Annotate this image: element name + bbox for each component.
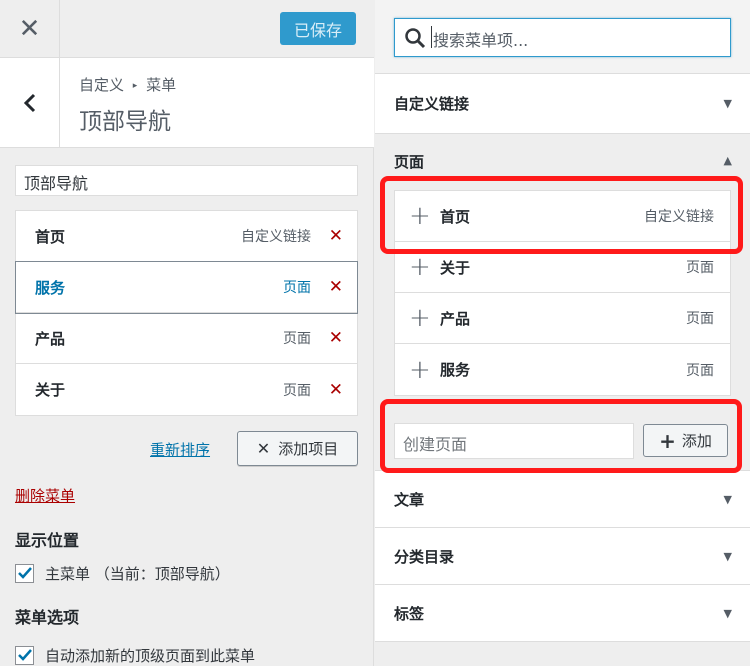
available-items-panel: 搜索菜单项... 自定义链接 ▼ 页面 ▲ + 首页 自定义链接 + 关于 页面… [375, 0, 750, 666]
page-title-label: 首页 [440, 207, 471, 226]
accordion-custom-links[interactable]: 自定义链接 ▼ [375, 74, 750, 134]
search-input[interactable]: 搜索菜单项... [394, 18, 731, 57]
add-page-label: 添加 [681, 432, 712, 450]
chevron-up-icon: ▲ [723, 154, 732, 167]
page-title-label: 服务 [440, 361, 471, 379]
menu-item-title: 服务 [35, 278, 66, 297]
menu-name-input[interactable]: 顶部导航 [15, 165, 358, 196]
menu-item-type: 页面 [283, 382, 311, 399]
pages-list: + 首页 自定义链接 + 关于 页面 + 产品 页面 + 服务 页面 [394, 190, 731, 396]
accordion-label: 分类目录 [394, 548, 455, 566]
close-button[interactable]: ✕ [0, 0, 60, 58]
close-icon: ✕ [18, 14, 41, 44]
add-items-button[interactable]: ✕ 添加项目 [237, 431, 358, 466]
search-area: 搜索菜单项... [375, 0, 750, 74]
accordion-label: 标签 [394, 605, 425, 623]
back-button[interactable] [0, 58, 60, 148]
menu-item-type: 自定义链接 [241, 229, 311, 245]
menu-item-title: 产品 [35, 329, 66, 348]
plus-icon: + [659, 428, 676, 453]
plus-icon: + [409, 303, 431, 333]
primary-location-label: 主菜单 （当前：顶部导航） [45, 565, 230, 583]
page-title-label: 关于 [440, 258, 471, 277]
add-items-label: 添加项目 [278, 440, 339, 458]
menu-item[interactable]: 服务 页面 ✕ [15, 261, 358, 314]
search-icon [405, 28, 426, 49]
page-type-label: 自定义链接 [644, 209, 714, 225]
accordion-posts[interactable]: 文章 ▼ [375, 470, 750, 528]
breadcrumb: 自定义 ▸ 菜单 [79, 74, 176, 95]
saved-button[interactable]: 已保存 [280, 12, 356, 45]
menu-item[interactable]: 关于 页面 ✕ [16, 364, 357, 415]
chevron-down-icon: ▼ [723, 607, 732, 620]
plus-icon: + [409, 354, 431, 385]
primary-location-row: 主菜单 （当前：顶部导航） [15, 563, 230, 584]
plus-icon: + [409, 201, 431, 231]
breadcrumb-parent: 自定义 [79, 76, 125, 94]
page-type-label: 页面 [686, 260, 714, 276]
accordion-label: 页面 [394, 153, 425, 171]
reorder-link[interactable]: 重新排序 [150, 439, 210, 460]
list-item[interactable]: + 服务 页面 [395, 344, 730, 395]
delete-item-icon[interactable]: ✕ [329, 277, 343, 297]
accordion-pages[interactable]: 页面 ▲ [375, 134, 750, 178]
list-item[interactable]: + 首页 自定义链接 [395, 191, 730, 242]
close-icon: ✕ [256, 439, 271, 458]
create-page-input[interactable]: 创建页面 [394, 423, 634, 459]
menu-item-title: 关于 [35, 381, 66, 399]
menu-item-title: 首页 [35, 227, 66, 246]
accordion-categories[interactable]: 分类目录 ▼ [375, 528, 750, 585]
options-heading: 菜单选项 [15, 608, 80, 627]
search-placeholder: 搜索菜单项... [433, 31, 529, 50]
auto-add-checkbox[interactable] [15, 646, 34, 665]
accordion-label: 文章 [394, 491, 425, 509]
accordion-tags[interactable]: 标签 ▼ [375, 585, 750, 642]
menu-item-type: 页面 [283, 280, 311, 296]
page-title: 顶部导航 [79, 109, 171, 135]
page-title-label: 产品 [440, 309, 471, 328]
delete-item-icon[interactable]: ✕ [329, 226, 343, 246]
menu-items-list: 首页 自定义链接 ✕ 服务 页面 ✕ 产品 页面 ✕ 关于 页面 ✕ [15, 210, 358, 416]
auto-add-label: 自动添加新的顶级页面到此菜单 [45, 647, 256, 665]
page-type-label: 页面 [686, 362, 714, 379]
checkmark-icon [18, 649, 32, 661]
auto-add-row: 自动添加新的顶级页面到此菜单 [15, 645, 255, 666]
menu-customizer-panel: ✕ 已保存 自定义 ▸ 菜单 顶部导航 顶部导航 首页 自定义链接 ✕ 服务 页… [0, 0, 374, 666]
chevron-left-icon [23, 93, 35, 113]
checkmark-icon [18, 567, 32, 579]
add-page-button[interactable]: + 添加 [643, 424, 728, 457]
accordion-label: 自定义链接 [394, 95, 470, 113]
plus-icon: + [409, 252, 431, 282]
delete-item-icon[interactable]: ✕ [329, 380, 343, 400]
delete-item-icon[interactable]: ✕ [329, 328, 343, 348]
list-item[interactable]: + 产品 页面 [395, 293, 730, 344]
chevron-down-icon: ▼ [723, 97, 732, 110]
list-item[interactable]: + 关于 页面 [395, 242, 730, 293]
menu-item[interactable]: 产品 页面 ✕ [16, 313, 357, 364]
page-type-label: 页面 [686, 311, 714, 327]
text-caret [431, 26, 432, 48]
menu-item[interactable]: 首页 自定义链接 ✕ [16, 211, 357, 262]
primary-location-checkbox[interactable] [15, 564, 34, 583]
breadcrumb-separator: ▸ [132, 81, 138, 91]
chevron-down-icon: ▼ [723, 493, 732, 506]
chevron-down-icon: ▼ [723, 550, 732, 563]
locations-heading: 显示位置 [15, 531, 80, 550]
menu-item-type: 页面 [283, 331, 311, 347]
breadcrumb-child: 菜单 [146, 76, 177, 94]
panel-title-bar: 自定义 ▸ 菜单 顶部导航 [0, 58, 374, 148]
delete-menu-link[interactable]: 删除菜单 [15, 485, 75, 506]
top-bar: ✕ 已保存 [0, 0, 374, 58]
